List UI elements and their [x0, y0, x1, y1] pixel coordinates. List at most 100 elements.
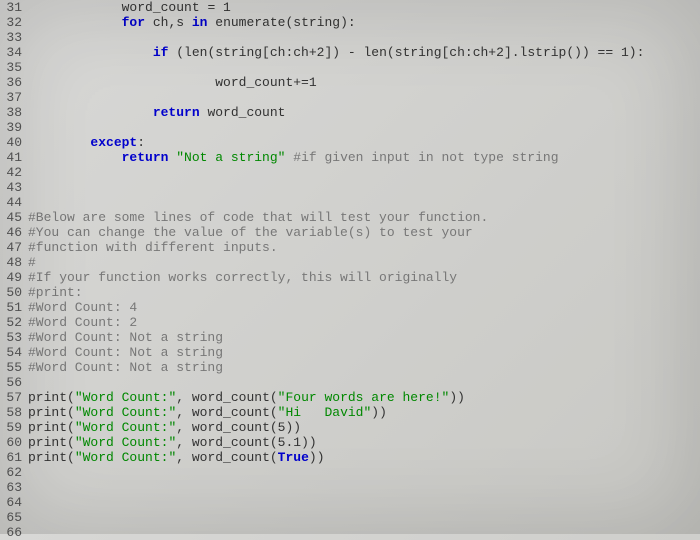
code-token: , word_count( [176, 405, 277, 420]
line-number: 34 [0, 45, 22, 60]
code-token: )) [449, 390, 465, 405]
code-token: 2 [496, 45, 504, 60]
line-number: 32 [0, 15, 22, 30]
code-line[interactable]: print("Word Count:", word_count("Four wo… [28, 390, 700, 405]
code-line[interactable]: for ch,s in enumerate(string): [28, 15, 700, 30]
code-line[interactable]: #Word Count: Not a string [28, 330, 700, 345]
line-number: 35 [0, 60, 22, 75]
code-editor[interactable]: 3132333435363738394041424344454647484950… [0, 0, 700, 534]
code-token: 5.1 [278, 435, 301, 450]
code-token: print [28, 435, 67, 450]
code-token: ].lstrip()) == [504, 45, 621, 60]
line-number: 50 [0, 285, 22, 300]
code-line[interactable]: #Word Count: 2 [28, 315, 700, 330]
code-token: , word_count( [176, 435, 277, 450]
line-number: 49 [0, 270, 22, 285]
line-number: 54 [0, 345, 22, 360]
code-token: "Word Count:" [75, 450, 176, 465]
line-number: 60 [0, 435, 22, 450]
code-token: #if given input in not type string [293, 150, 558, 165]
code-line[interactable]: if (len(string[ch:ch+2]) - len(string[ch… [28, 45, 700, 60]
code-token: enumerate(string): [215, 15, 355, 30]
code-token: #Word Count: Not a string [28, 330, 223, 345]
code-line[interactable] [28, 180, 700, 195]
code-line[interactable]: word_count+=1 [28, 75, 700, 90]
code-token: if [153, 45, 176, 60]
code-line[interactable]: print("Word Count:", word_count(5.1)) [28, 435, 700, 450]
code-token: print [28, 420, 67, 435]
code-line[interactable]: print("Word Count:", word_count(5)) [28, 420, 700, 435]
code-line[interactable] [28, 480, 700, 495]
code-line[interactable] [28, 30, 700, 45]
code-token: #print: [28, 285, 83, 300]
line-number: 66 [0, 525, 22, 540]
line-number: 53 [0, 330, 22, 345]
code-token: 1 [309, 75, 317, 90]
line-number-gutter: 3132333435363738394041424344454647484950… [0, 0, 28, 534]
code-line[interactable]: #function with different inputs. [28, 240, 700, 255]
code-token: #Word Count: Not a string [28, 360, 223, 375]
line-number: 57 [0, 390, 22, 405]
code-token: #If your function works correctly, this … [28, 270, 457, 285]
code-line[interactable] [28, 525, 700, 540]
code-token: print [28, 405, 67, 420]
code-line[interactable]: word_count = 1 [28, 0, 700, 15]
code-token: word_count = [122, 0, 223, 15]
code-line[interactable] [28, 90, 700, 105]
line-number: 43 [0, 180, 22, 195]
code-token: )) [309, 450, 325, 465]
code-line[interactable] [28, 465, 700, 480]
code-token: "Not a string" [176, 150, 285, 165]
code-token: print [28, 450, 67, 465]
code-token: )) [301, 435, 317, 450]
code-token: #Below are some lines of code that will … [28, 210, 488, 225]
code-line[interactable]: #If your function works correctly, this … [28, 270, 700, 285]
code-token: ( [67, 390, 75, 405]
line-number: 36 [0, 75, 22, 90]
code-line[interactable] [28, 510, 700, 525]
code-line[interactable] [28, 375, 700, 390]
code-token: "Four words are here!" [278, 390, 450, 405]
code-line[interactable] [28, 60, 700, 75]
code-token: word_count+= [215, 75, 309, 90]
code-token: ( [67, 450, 75, 465]
code-line[interactable]: #You can change the value of the variabl… [28, 225, 700, 240]
code-token: : [137, 135, 145, 150]
code-token: print [28, 390, 67, 405]
code-line[interactable]: #print: [28, 285, 700, 300]
line-number: 58 [0, 405, 22, 420]
line-number: 33 [0, 30, 22, 45]
code-token: #Word Count: 2 [28, 315, 137, 330]
line-number: 59 [0, 420, 22, 435]
code-token: #You can change the value of the variabl… [28, 225, 473, 240]
code-line[interactable]: # [28, 255, 700, 270]
code-line[interactable]: #Word Count: 4 [28, 300, 700, 315]
code-line[interactable] [28, 120, 700, 135]
line-number: 61 [0, 450, 22, 465]
line-number: 47 [0, 240, 22, 255]
code-token: #Word Count: 4 [28, 300, 137, 315]
line-number: 52 [0, 315, 22, 330]
code-content[interactable]: word_count = 1 for ch,s in enumerate(str… [28, 0, 700, 534]
code-line[interactable] [28, 165, 700, 180]
code-line[interactable]: return "Not a string" #if given input in… [28, 150, 700, 165]
code-line[interactable]: except: [28, 135, 700, 150]
code-line[interactable] [28, 495, 700, 510]
code-line[interactable]: return word_count [28, 105, 700, 120]
code-line[interactable]: print("Word Count:", word_count("Hi Davi… [28, 405, 700, 420]
code-token: (len(string[ch:ch+ [176, 45, 316, 60]
line-number: 42 [0, 165, 22, 180]
line-number: 37 [0, 90, 22, 105]
code-token: ch,s [153, 15, 192, 30]
code-line[interactable]: #Word Count: Not a string [28, 345, 700, 360]
code-token: #function with different inputs. [28, 240, 278, 255]
code-token: , word_count( [176, 390, 277, 405]
line-number: 38 [0, 105, 22, 120]
code-line[interactable]: #Below are some lines of code that will … [28, 210, 700, 225]
line-number: 40 [0, 135, 22, 150]
code-line[interactable]: #Word Count: Not a string [28, 360, 700, 375]
code-token: "Word Count:" [75, 420, 176, 435]
code-token: )) [285, 420, 301, 435]
code-line[interactable] [28, 195, 700, 210]
code-line[interactable]: print("Word Count:", word_count(True)) [28, 450, 700, 465]
